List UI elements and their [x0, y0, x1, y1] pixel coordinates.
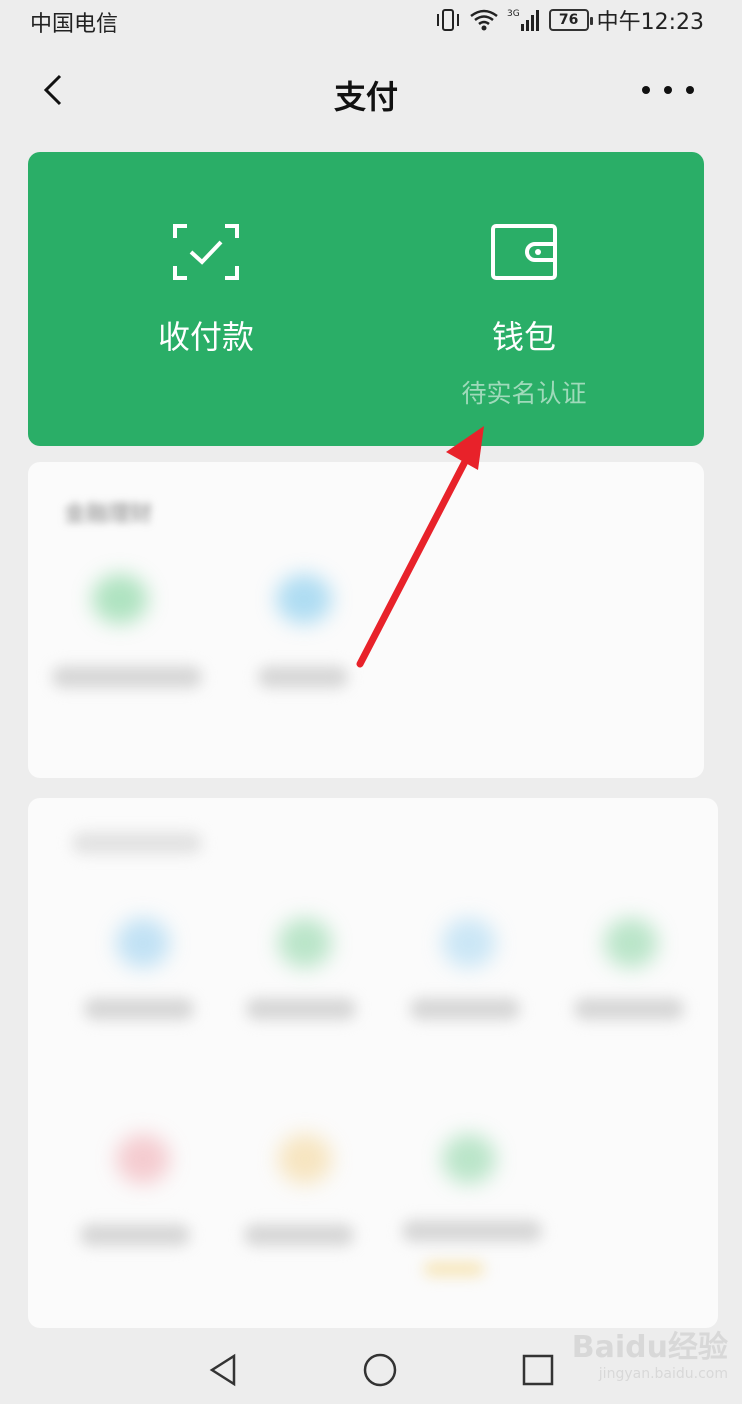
service-badge: [424, 1262, 484, 1276]
service-icon: [116, 918, 170, 968]
service-icon: [604, 918, 658, 968]
status-bar: 中国电信 3G 76 中午12:23: [14, 0, 718, 44]
baidu-watermark: Baidu经验 jingyan.baidu.com: [572, 1322, 728, 1382]
network-type-label: 3G: [507, 9, 520, 19]
wallet-button[interactable]: 钱包 待实名认证: [394, 222, 654, 410]
battery-icon: 76: [548, 9, 593, 31]
more-options-icon[interactable]: [642, 78, 694, 102]
service-label: [80, 1224, 190, 1246]
wallet-status-label: 待实名认证: [461, 379, 587, 408]
service-label: [246, 998, 356, 1020]
service-label: [244, 1224, 354, 1246]
blurred-services-area: 金融理财: [28, 462, 718, 1328]
phone-screen: 中国电信 3G 76 中午12:23 支付 收付款 钱包 待实名认证 金融理财: [14, 0, 732, 1404]
carrier-label: 中国电信: [30, 12, 119, 37]
service-label: [402, 1220, 542, 1242]
pay-card: 收付款 钱包 待实名认证: [28, 152, 704, 446]
finance-service-label: [52, 666, 202, 688]
wifi-icon: [469, 9, 498, 31]
finance-service-label: [258, 666, 348, 688]
service-label: [574, 998, 684, 1020]
battery-level: 76: [558, 12, 579, 28]
finance-service-icon: [92, 574, 148, 624]
wallet-label: 钱包: [491, 318, 556, 356]
service-icon: [278, 1134, 332, 1184]
services-panel: [28, 798, 718, 1328]
finance-service-icon: [276, 574, 332, 624]
clock-label: 中午12:23: [596, 10, 704, 35]
vibrate-icon: [436, 9, 459, 31]
signal-icon: 3G: [507, 9, 539, 31]
service-icon: [116, 1134, 170, 1184]
service-label: [410, 998, 520, 1020]
watermark-url: jingyan.baidu.com: [598, 1366, 728, 1382]
status-icons: 3G 76 中午12:23: [435, 5, 704, 35]
receive-pay-label: 收付款: [157, 318, 254, 356]
service-icon: [278, 918, 332, 968]
system-recents-icon[interactable]: [518, 1350, 558, 1390]
wallet-icon: [491, 224, 557, 280]
receive-pay-button[interactable]: 收付款: [76, 222, 336, 358]
scan-check-icon: [173, 224, 239, 280]
services-section-title: [72, 832, 202, 854]
system-home-icon[interactable]: [360, 1350, 400, 1390]
navigation-bar: 支付: [14, 50, 718, 132]
service-icon: [442, 918, 496, 968]
watermark-brand: Baidu经验: [571, 1330, 728, 1365]
service-label: [84, 998, 194, 1020]
system-back-icon[interactable]: [204, 1350, 244, 1390]
service-icon: [442, 1134, 496, 1184]
finance-section-title: 金融理财: [64, 502, 153, 527]
page-title: 支付: [333, 78, 398, 116]
